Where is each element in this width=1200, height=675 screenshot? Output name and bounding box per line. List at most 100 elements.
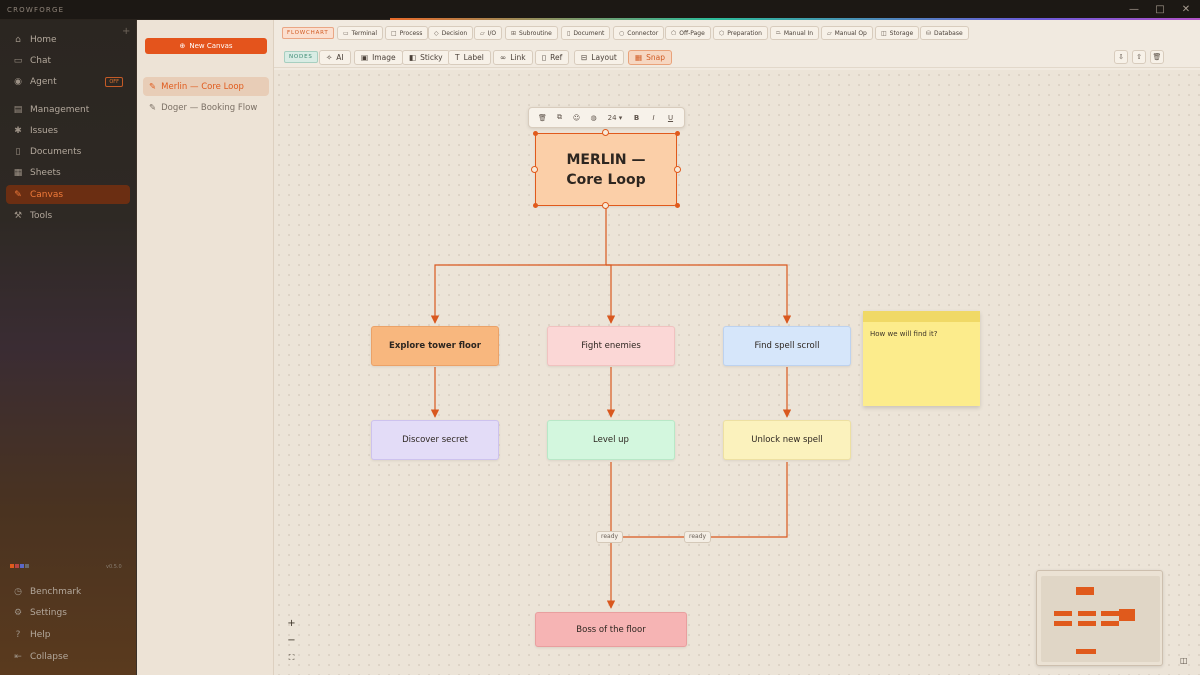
layout-icon: ⊟ xyxy=(581,53,588,62)
canvas-icon: ✎ xyxy=(14,189,22,200)
sticky-note[interactable]: How we will find it? xyxy=(863,311,980,406)
connection-port[interactable] xyxy=(602,202,609,209)
underline-button[interactable]: U xyxy=(662,114,679,122)
edge-label-ready[interactable]: ready xyxy=(596,531,624,543)
font-size-select[interactable]: 24 ▾ xyxy=(602,114,628,122)
shape-storage[interactable]: ◫ Storage xyxy=(875,26,920,40)
minimize-icon[interactable]: — xyxy=(1127,3,1141,17)
shape-io[interactable]: ▱ I/O xyxy=(474,26,503,40)
fit-view-icon[interactable]: ⛶ xyxy=(284,651,299,665)
nav-benchmark[interactable]: ◷ Benchmark xyxy=(6,582,130,601)
zoom-out-button[interactable]: − xyxy=(284,634,299,648)
canvas-list-panel: ⊕ New Canvas ✎ Merlin — Core Loop ✎ Doger … xyxy=(137,20,274,675)
close-icon[interactable]: ✕ xyxy=(1179,3,1193,17)
documents-icon: ▯ xyxy=(15,146,21,157)
issues-icon: ✱ xyxy=(14,125,22,136)
trash-icon[interactable]: 🗑 xyxy=(1150,50,1164,64)
edge-label-ready[interactable]: ready xyxy=(684,531,712,543)
new-canvas-button[interactable]: ⊕ New Canvas xyxy=(145,38,267,54)
nav-home[interactable]: ⌂ Home xyxy=(6,30,130,49)
shape-decision[interactable]: ◇ Decision xyxy=(428,26,474,40)
shape-preparation[interactable]: ⬡ Preparation xyxy=(713,26,768,40)
nav-canvas[interactable]: ✎ Canvas xyxy=(6,185,130,204)
management-icon: ▤ xyxy=(13,104,23,115)
flowchart-canvas[interactable]: 🗑 ⧉ ☺ ◍ 24 ▾ B I U MERLIN — Core Loop Ex… xyxy=(274,70,1200,675)
tool-label[interactable]: T Label xyxy=(448,50,491,65)
node-find[interactable]: Find spell scroll xyxy=(723,326,851,366)
nav-settings[interactable]: ⚙ Settings xyxy=(6,603,130,622)
shape-document[interactable]: ▯ Document xyxy=(561,26,611,40)
canvas-item-doger[interactable]: ✎ Doger — Booking Flow xyxy=(143,98,269,117)
download-icon[interactable]: ⇩ xyxy=(1114,50,1128,64)
connection-port[interactable] xyxy=(531,166,538,173)
tools-icon: ⚒ xyxy=(13,210,23,221)
resize-handle[interactable] xyxy=(675,131,680,136)
canvas-item-merlin[interactable]: ✎ Merlin — Core Loop xyxy=(143,77,269,96)
collapse-icon: ⇤ xyxy=(14,651,22,662)
connection-port[interactable] xyxy=(674,166,681,173)
shape-database[interactable]: ⛁ Database xyxy=(920,26,969,40)
tool-snap[interactable]: ▦ Snap xyxy=(628,50,672,65)
help-icon: ? xyxy=(15,629,21,640)
agent-icon: ◉ xyxy=(14,76,22,87)
manual-op-icon: ⏥ xyxy=(827,29,832,37)
tool-sticky[interactable]: ◧ Sticky xyxy=(402,50,450,65)
shape-process[interactable]: □ Process xyxy=(385,26,429,40)
shape-connector[interactable]: ○ Connector xyxy=(613,26,665,40)
edge-title-find xyxy=(606,264,792,324)
tool-image[interactable]: ▣ Image xyxy=(354,50,403,65)
upload-icon[interactable]: ⇧ xyxy=(1132,50,1146,64)
theme-swatches[interactable] xyxy=(10,564,29,568)
emoji-icon[interactable]: ☺ xyxy=(568,114,585,122)
nav-collapse[interactable]: ⇤ Collapse xyxy=(6,647,130,666)
node-discover[interactable]: Discover secret xyxy=(371,420,499,460)
bold-button[interactable]: B xyxy=(628,114,645,122)
node-fight[interactable]: Fight enemies xyxy=(547,326,675,366)
shape-subroutine[interactable]: ⊞ Subroutine xyxy=(505,26,558,40)
nav-sheets[interactable]: ▦ Sheets xyxy=(6,163,130,182)
node-boss[interactable]: Boss of the floor xyxy=(535,612,687,647)
node-explore[interactable]: Explore tower floor xyxy=(371,326,499,366)
nav-documents[interactable]: ▯ Documents xyxy=(6,142,130,161)
benchmark-icon: ◷ xyxy=(14,586,22,597)
node-level[interactable]: Level up xyxy=(547,420,675,460)
resize-handle[interactable] xyxy=(533,131,538,136)
node-title[interactable]: MERLIN — Core Loop xyxy=(535,133,677,206)
shape-manual-in[interactable]: ⏢ Manual In xyxy=(770,26,820,40)
tool-ref[interactable]: ▯ Ref xyxy=(535,50,570,65)
nav-help[interactable]: ? Help xyxy=(6,625,130,644)
resize-handle[interactable] xyxy=(533,203,538,208)
tool-layout[interactable]: ⊟ Layout xyxy=(574,50,624,65)
settings-icon: ⚙ xyxy=(13,607,23,618)
minimap[interactable] xyxy=(1036,570,1163,666)
edge-unlock-boss xyxy=(611,462,788,538)
process-icon: □ xyxy=(391,29,397,37)
copy-icon[interactable]: ⧉ xyxy=(551,113,568,122)
nav-issues[interactable]: ✱ Issues xyxy=(6,121,130,140)
canvas-icon: ✎ xyxy=(149,102,157,113)
zoom-in-button[interactable]: + xyxy=(284,617,299,631)
manual-in-icon: ⏢ xyxy=(776,29,781,36)
sticky-text[interactable]: How we will find it? xyxy=(863,322,980,346)
nav-tools[interactable]: ⚒ Tools xyxy=(6,206,130,225)
resize-handle[interactable] xyxy=(675,203,680,208)
delete-icon[interactable]: 🗑 xyxy=(534,114,551,122)
shape-off-page[interactable]: ⬠ Off-Page xyxy=(665,26,711,40)
home-icon: ⌂ xyxy=(15,34,21,45)
tool-ai[interactable]: ✧ AI xyxy=(319,50,351,65)
nav-chat[interactable]: ▭ Chat xyxy=(6,51,130,70)
palette-icon[interactable]: ◍ xyxy=(585,114,602,122)
io-icon: ▱ xyxy=(480,29,485,37)
nav-agent[interactable]: ◉ Agent OFF xyxy=(6,72,130,91)
nav-management[interactable]: ▤ Management xyxy=(6,100,130,119)
chat-icon: ▭ xyxy=(13,55,23,66)
shape-terminal[interactable]: ▭ Terminal xyxy=(337,26,384,40)
maximize-icon[interactable]: □ xyxy=(1153,3,1167,17)
shape-manual-op[interactable]: ⏥ Manual Op xyxy=(821,26,873,40)
tool-link[interactable]: ∞ Link xyxy=(493,50,533,65)
app-brand: CROWFORGE xyxy=(7,6,65,14)
connection-port[interactable] xyxy=(602,129,609,136)
italic-button[interactable]: I xyxy=(645,114,662,122)
panel-toggle-icon[interactable]: ◫ xyxy=(1180,656,1188,665)
node-unlock[interactable]: Unlock new spell xyxy=(723,420,851,460)
